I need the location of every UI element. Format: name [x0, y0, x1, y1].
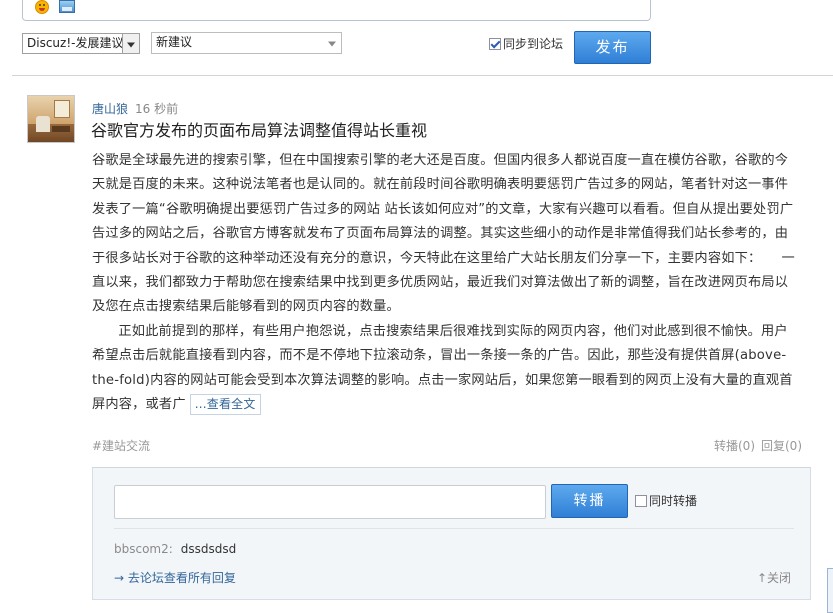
forum-select-value: Discuz!-发展建议: [27, 36, 124, 50]
dropdown-arrow-icon[interactable]: [122, 34, 139, 53]
compose-editor-box[interactable]: [22, 0, 651, 21]
forward-count-link[interactable]: 转播(0): [714, 439, 755, 453]
post-meta: 唐山狼 16 秒前: [92, 102, 178, 116]
side-floating-tab[interactable]: [827, 568, 833, 613]
post-actions: 转播(0) 回复(0): [714, 437, 802, 454]
list-item: bbscom2: dssdsdsd: [114, 542, 236, 556]
forward-simultaneously-option[interactable]: 同时转播: [635, 492, 697, 509]
image-insert-icon[interactable]: [59, 0, 75, 13]
view-all-replies-link[interactable]: → 去论坛查看所有回复: [114, 569, 236, 586]
avatar[interactable]: [27, 95, 75, 143]
reply-panel: 转播 同时转播 bbscom2: dssdsdsd → 去论坛查看所有回复 ↑关闭: [92, 467, 811, 600]
post-body: 谷歌是全球最先进的搜索引擎，但在中国搜索引擎的老大还是百度。但国内很多人都说百度…: [92, 149, 800, 417]
forward-simultaneously-checkbox[interactable]: [635, 495, 647, 507]
reply-input[interactable]: [114, 485, 546, 519]
view-full-button[interactable]: ...查看全文: [189, 394, 261, 416]
divider: [114, 528, 794, 529]
sync-to-forum-checkbox[interactable]: [489, 38, 501, 50]
chevron-down-icon[interactable]: [323, 33, 341, 53]
publish-button[interactable]: 发布: [574, 31, 651, 64]
close-replies-link[interactable]: ↑关闭: [757, 569, 791, 586]
topic-tag[interactable]: #建站交流: [92, 437, 150, 454]
post-paragraph: 谷歌是全球最先进的搜索引擎，但在中国搜索引擎的老大还是百度。但国内很多人都说百度…: [92, 153, 795, 315]
reply-author[interactable]: bbscom2:: [114, 542, 173, 556]
reply-count-link[interactable]: 回复(0): [761, 439, 802, 453]
emoji-icon[interactable]: [35, 0, 49, 14]
post-paragraph: 正如此前提到的那样，有些用户抱怨说，点击搜索结果后很难找到实际的网页内容，他们对…: [92, 320, 800, 418]
post-title[interactable]: 谷歌官方发布的页面布局算法调整值得站长重视: [91, 121, 427, 141]
reply-text: dssdsdsd: [180, 542, 237, 556]
post-type-select-value: 新建议: [156, 35, 193, 49]
forum-select[interactable]: Discuz!-发展建议: [22, 33, 140, 54]
post-time: 16 秒前: [135, 102, 179, 116]
forward-button[interactable]: 转播: [551, 484, 628, 518]
divider: [12, 75, 833, 76]
post-type-select[interactable]: 新建议: [151, 32, 342, 54]
sync-to-forum-label: 同步到论坛: [503, 37, 564, 51]
sync-to-forum-option[interactable]: 同步到论坛: [489, 37, 563, 51]
author-link[interactable]: 唐山狼: [92, 102, 128, 116]
forward-simultaneously-label: 同时转播: [649, 494, 698, 508]
